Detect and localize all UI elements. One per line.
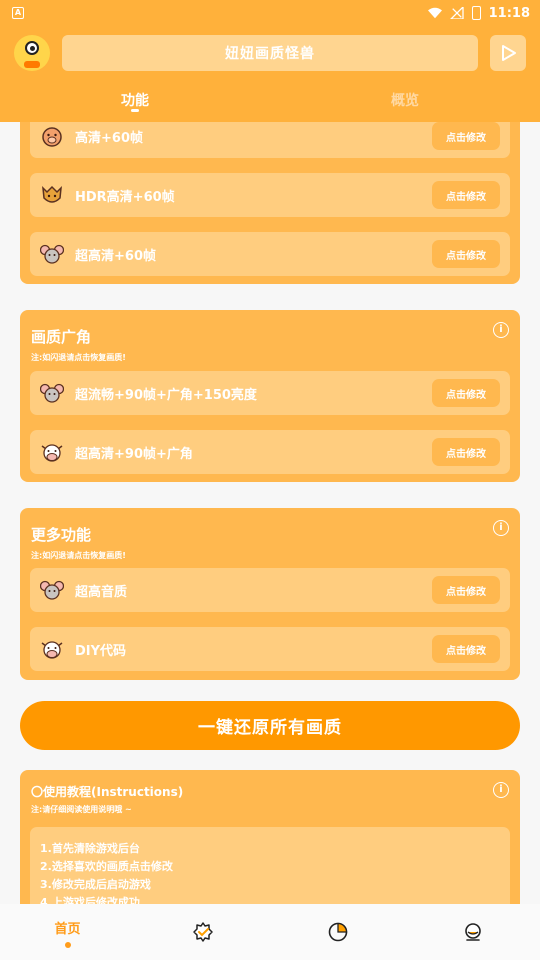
app-title: 妞妞画质怪兽 — [62, 35, 478, 71]
battery-icon — [471, 6, 481, 20]
section-quality-card: 高清+60帧 点击修改 HDR高清+60帧 点击修改 超高清+60帧 点击修改 — [20, 122, 520, 284]
cow-icon — [40, 638, 64, 660]
modify-button[interactable]: 点击修改 — [432, 181, 500, 209]
info-icon[interactable]: i — [493, 322, 509, 338]
tab-indicator — [131, 109, 139, 112]
list-item: 超高清+60帧 点击修改 — [30, 232, 510, 276]
tutorial-step: 3.修改完成后启动游戏 — [40, 878, 151, 891]
tutorial-step: 4.上游戏后修改成功 — [40, 896, 140, 904]
notification-icon: A — [12, 7, 24, 19]
app-logo — [14, 35, 50, 71]
modify-button[interactable]: 点击修改 — [432, 635, 500, 663]
info-icon[interactable]: i — [493, 520, 509, 536]
dragon-icon — [40, 184, 64, 206]
play-icon — [502, 45, 516, 61]
modify-button[interactable]: 点击修改 — [432, 122, 500, 150]
section-title: 更多功能 — [31, 526, 92, 544]
nav-home[interactable]: 首页 — [0, 904, 135, 960]
tutorial-step: 1.首先清除游戏后台 — [40, 842, 140, 855]
cow-icon — [40, 441, 64, 463]
no-signal-icon — [449, 7, 464, 19]
option-label: 高清+60帧 — [75, 130, 143, 146]
section-note: 注:如闪退请点击恢复画质! — [31, 353, 126, 362]
wifi-icon — [427, 7, 442, 19]
modify-button[interactable]: 点击修改 — [432, 240, 500, 268]
tutorial-card: 〇使用教程(Instructions) 注:请仔细阅读使用说明哦 ~ i 1.首… — [20, 770, 520, 904]
mouse-icon — [40, 579, 64, 601]
list-item: 超高清+90帧+广角 点击修改 — [30, 430, 510, 474]
nav-home-label: 首页 — [54, 922, 81, 937]
tutorial-steps: 1.首先清除游戏后台 2.选择喜欢的画质点击修改 3.修改完成后启动游戏 4.上… — [30, 827, 510, 904]
option-label: 超流畅+90帧+广角+150亮度 — [75, 387, 257, 403]
pig-icon — [40, 125, 64, 147]
status-bar: A 11:18 — [0, 0, 540, 26]
section-note: 注:如闪退请点击恢复画质! — [31, 551, 126, 560]
tab-functions-label: 功能 — [121, 93, 149, 109]
option-label: 超高音质 — [75, 584, 128, 600]
modify-button[interactable]: 点击修改 — [432, 438, 500, 466]
tab-overview[interactable]: 概览 — [270, 86, 540, 116]
section-more-features-card: 更多功能 注:如闪退请点击恢复画质! i 超高音质 点击修改 DIY代码 点击修… — [20, 508, 520, 680]
play-button[interactable] — [490, 35, 526, 71]
app-header: A 11:18 妞妞画质怪兽 功能 概览 — [0, 0, 540, 122]
pie-chart-icon — [328, 922, 347, 942]
bottom-nav: 首页 — [0, 904, 540, 960]
tutorial-title: 〇使用教程(Instructions) — [31, 785, 184, 799]
section-title: 画质广角 — [31, 328, 92, 346]
restore-all-quality-button[interactable]: 一键还原所有画质 — [20, 701, 520, 750]
tab-functions[interactable]: 功能 — [0, 86, 270, 116]
nav-active-dot — [64, 942, 71, 948]
tutorial-note: 注:请仔细阅读使用说明哦 ~ — [31, 805, 132, 814]
list-item: 超流畅+90帧+广角+150亮度 点击修改 — [30, 371, 510, 415]
main-content[interactable]: 高清+60帧 点击修改 HDR高清+60帧 点击修改 超高清+60帧 点击修改 … — [0, 122, 540, 904]
modify-button[interactable]: 点击修改 — [432, 576, 500, 604]
option-label: DIY代码 — [75, 643, 127, 659]
mouse-icon — [40, 243, 64, 265]
profile-icon — [464, 923, 481, 941]
option-label: 超高清+60帧 — [75, 248, 156, 264]
nav-settings[interactable] — [135, 904, 270, 960]
tab-overview-label: 概览 — [391, 93, 419, 109]
option-label: 超高清+90帧+广角 — [75, 446, 193, 462]
modify-button[interactable]: 点击修改 — [432, 379, 500, 407]
list-item: DIY代码 点击修改 — [30, 627, 510, 671]
list-item: 高清+60帧 点击修改 — [30, 122, 510, 158]
nav-profile[interactable] — [405, 904, 540, 960]
tab-bar: 功能 概览 — [0, 86, 540, 116]
nav-stats[interactable] — [270, 904, 405, 960]
mouse-icon — [40, 382, 64, 404]
list-item: 超高音质 点击修改 — [30, 568, 510, 612]
info-icon[interactable]: i — [493, 782, 509, 798]
clock: 11:18 — [488, 5, 530, 21]
option-label: HDR高清+60帧 — [75, 189, 175, 205]
list-item: HDR高清+60帧 点击修改 — [30, 173, 510, 217]
tutorial-step: 2.选择喜欢的画质点击修改 — [40, 860, 173, 873]
section-wide-angle-card: 画质广角 注:如闪退请点击恢复画质! i 超流畅+90帧+广角+150亮度 点击… — [20, 310, 520, 482]
gear-check-icon — [192, 922, 213, 942]
